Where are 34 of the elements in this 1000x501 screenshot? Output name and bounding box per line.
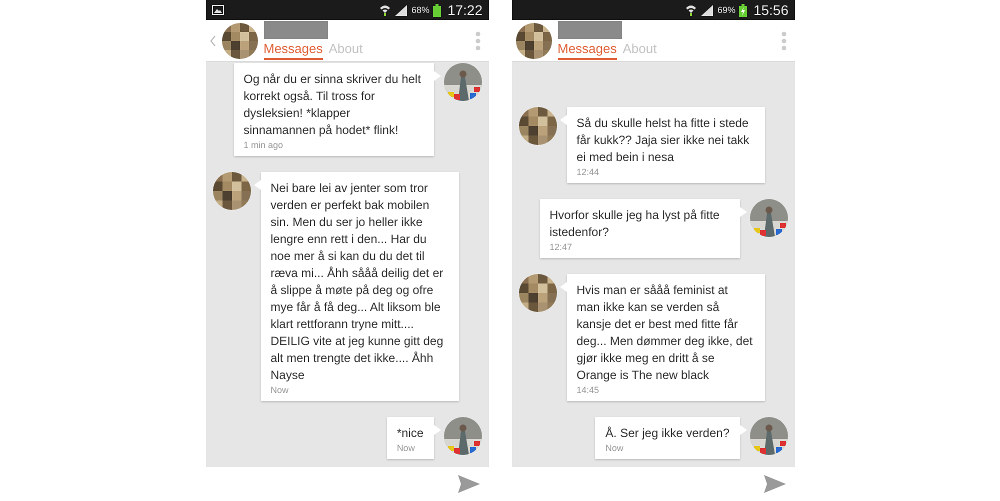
- tab[interactable]: About: [622, 41, 657, 60]
- message-text: Så du skulle helst ha fitte i stede får kukk?? Jaja sier ikke nei takk ei med bein i nesa: [576, 115, 750, 166]
- message-text: *nice: [396, 425, 424, 442]
- message-time: Now: [270, 385, 290, 395]
- tab[interactable]: Messages: [264, 41, 323, 60]
- signal-icon: [701, 4, 714, 16]
- wifi-icon: [685, 4, 698, 16]
- message-text: Å. Ser jeg ikke verden?: [605, 425, 730, 442]
- back-chevron-icon[interactable]: [210, 34, 216, 46]
- battery-percentage: 69%: [717, 5, 736, 15]
- clock-time: 17:22: [447, 2, 482, 18]
- message-time: 12:47: [550, 242, 574, 252]
- image-icon: [212, 5, 224, 15]
- message-text: Og når du er sinna skriver du helt korrekt også. Til tross for dysleksien! *klapper sinnamannen på hodet* flink!: [244, 71, 422, 139]
- wifi-icon: [379, 4, 392, 16]
- message-text: Nei bare lei av jenter som tror verden er perfekt bak mobilen sin. Men du ser jo heller ikke lengre enn rett i den... Har du noe mer å si kan du du det til ræva mi... Åhh sååå deilig det er å slippe å møte på deg og ofre mye får å få deg... Alt liksom ble klart rettforann tryne mitt.... DEILIG vite at jeg kunne gitt deg alt men trengte det ikke.... Åhh Nayse: [270, 180, 444, 384]
- battery-percentage: 68%: [411, 5, 430, 15]
- send-icon[interactable]: [762, 474, 786, 494]
- message-text: Hvorfor skulle jeg ha lyst på fitte istedenfor?: [550, 207, 721, 241]
- redacted-name-bar: [264, 21, 328, 39]
- message-time: 12:44: [576, 167, 600, 177]
- redacted-name-bar: [558, 21, 622, 39]
- more-menu-icon[interactable]: [780, 30, 786, 50]
- tab[interactable]: About: [328, 41, 363, 60]
- more-menu-icon[interactable]: [474, 30, 480, 50]
- send-icon[interactable]: [456, 474, 480, 494]
- clock-time: 15:56: [753, 2, 788, 18]
- message-time: Now: [396, 443, 416, 453]
- message-time: 14:45: [576, 385, 600, 395]
- message-time: 1 min ago: [244, 140, 284, 150]
- message-time: Now: [605, 443, 624, 453]
- message-text: Hvis man er sååå feminist at man ikke kan se verden så kansje det er best med fitte får deg... Men dømmer deg ikke, det gjør ikke meg en dritt å se Orange is The new black: [576, 282, 754, 384]
- tab[interactable]: Messages: [558, 41, 617, 60]
- signal-icon: [395, 4, 408, 16]
